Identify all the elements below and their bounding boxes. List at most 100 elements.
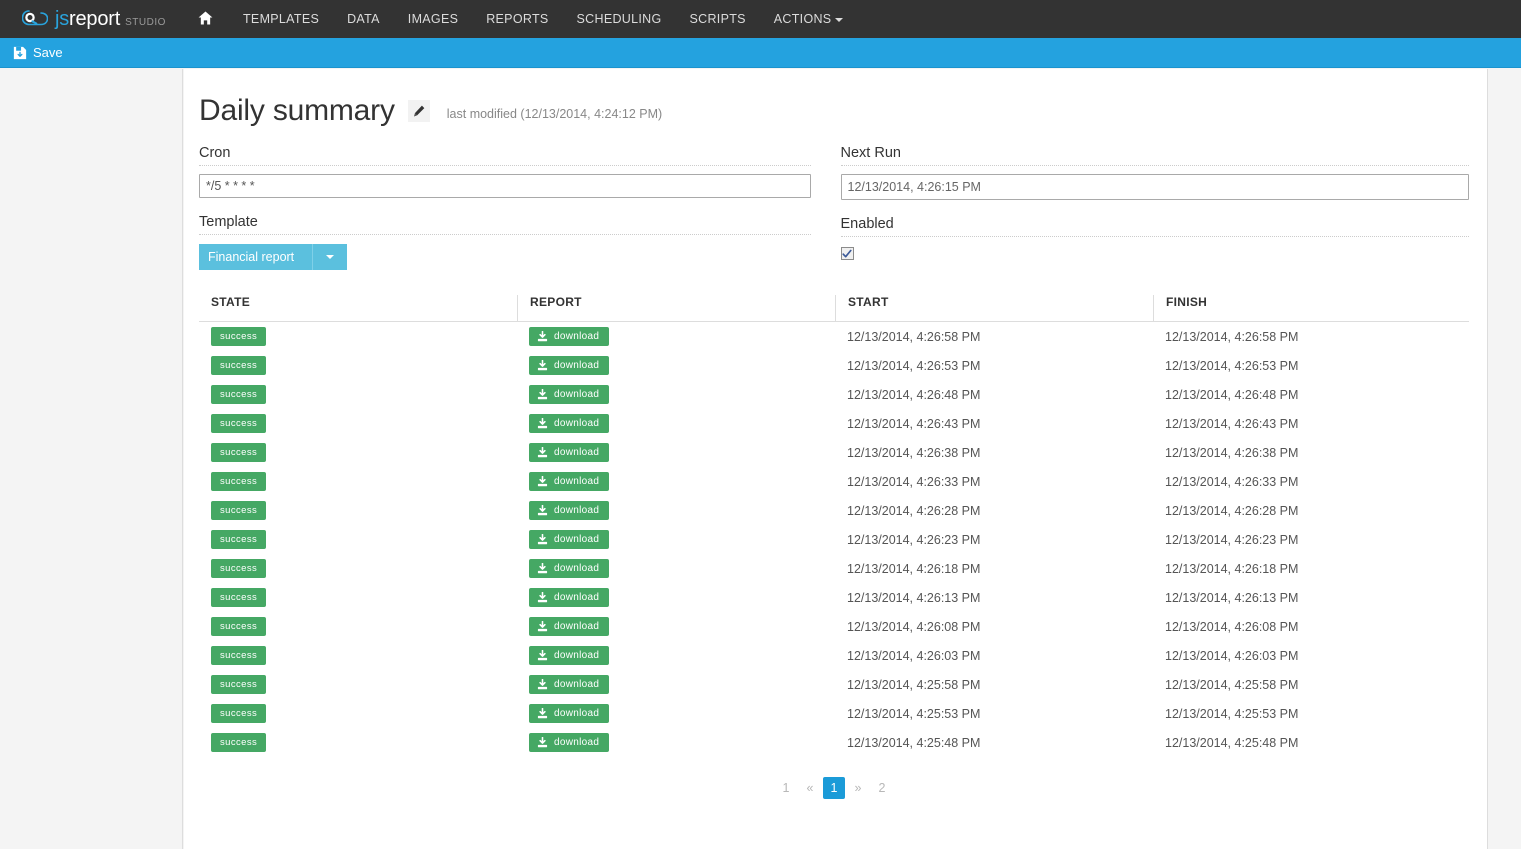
report-cell: download xyxy=(517,617,835,636)
nav-scripts[interactable]: SCRIPTS xyxy=(676,0,760,38)
save-button[interactable]: Save xyxy=(0,38,75,68)
start-cell: 12/13/2014, 4:25:48 PM xyxy=(835,736,1153,750)
finish-timestamp: 12/13/2014, 4:26:33 PM xyxy=(1165,474,1299,489)
download-button[interactable]: download xyxy=(529,327,610,346)
finish-cell: 12/13/2014, 4:26:58 PM xyxy=(1153,330,1469,344)
edit-title-button[interactable] xyxy=(407,100,430,122)
download-button[interactable]: download xyxy=(529,443,610,462)
finish-cell: 12/13/2014, 4:26:18 PM xyxy=(1153,562,1469,576)
enabled-label: Enabled xyxy=(840,216,1469,237)
download-button[interactable]: download xyxy=(529,704,610,723)
download-button[interactable]: download xyxy=(529,617,610,636)
start-timestamp: 12/13/2014, 4:26:58 PM xyxy=(847,329,981,344)
state-cell: success xyxy=(199,356,517,375)
finish-timestamp: 12/13/2014, 4:26:28 PM xyxy=(1165,503,1299,518)
table-body: success download 12/13/2014, 4:26:58 PM 12/… xyxy=(199,322,1469,757)
start-timestamp: 12/13/2014, 4:26:53 PM xyxy=(847,358,981,373)
table-row: success download 12/13/2014, 4:26:28 PM 12/… xyxy=(199,496,1469,525)
nav-data[interactable]: DATA xyxy=(333,0,394,38)
table-row: success download 12/13/2014, 4:25:53 PM 12/… xyxy=(199,699,1469,728)
finish-cell: 12/13/2014, 4:26:08 PM xyxy=(1153,620,1469,634)
nav-scheduling[interactable]: SCHEDULING xyxy=(563,0,676,38)
download-icon xyxy=(537,418,548,429)
download-button[interactable]: download xyxy=(529,414,610,433)
page-1[interactable]: 1 xyxy=(823,777,845,799)
nav-actions[interactable]: ACTIONS xyxy=(760,0,858,38)
nav-images[interactable]: IMAGES xyxy=(394,0,472,38)
last-modified-text: last modified (12/13/2014, 4:24:12 PM) xyxy=(446,107,663,121)
download-button[interactable]: download xyxy=(529,472,610,491)
report-cell: download xyxy=(517,501,835,520)
download-icon xyxy=(537,737,548,748)
download-button[interactable]: download xyxy=(529,501,610,520)
finish-timestamp: 12/13/2014, 4:26:38 PM xyxy=(1165,445,1299,460)
finish-cell: 12/13/2014, 4:26:23 PM xyxy=(1153,533,1469,547)
download-label: download xyxy=(554,563,600,574)
nav-reports[interactable]: REPORTS xyxy=(472,0,562,38)
start-timestamp: 12/13/2014, 4:26:03 PM xyxy=(847,648,981,663)
download-label: download xyxy=(554,505,600,516)
status-badge: success xyxy=(211,733,267,752)
download-button[interactable]: download xyxy=(529,588,610,607)
finish-timestamp: 12/13/2014, 4:25:48 PM xyxy=(1165,735,1299,750)
start-cell: 12/13/2014, 4:26:33 PM xyxy=(835,475,1153,489)
nav-home[interactable] xyxy=(180,0,229,38)
download-icon xyxy=(537,360,548,371)
template-selected-value[interactable]: Financial report xyxy=(199,244,312,270)
brand-report: report xyxy=(69,7,121,30)
column-header-report: REPORT xyxy=(517,295,835,321)
page-2[interactable]: 2 xyxy=(871,777,893,799)
download-icon xyxy=(537,563,548,574)
report-cell: download xyxy=(517,530,835,549)
download-button[interactable]: download xyxy=(529,356,610,375)
download-button[interactable]: download xyxy=(529,559,610,578)
finish-cell: 12/13/2014, 4:25:48 PM xyxy=(1153,736,1469,750)
download-icon xyxy=(537,679,548,690)
state-cell: success xyxy=(199,675,517,694)
table-row: success download 12/13/2014, 4:26:23 PM 12/… xyxy=(199,525,1469,554)
start-timestamp: 12/13/2014, 4:26:23 PM xyxy=(847,532,981,547)
enabled-checkbox[interactable] xyxy=(840,247,854,260)
finish-timestamp: 12/13/2014, 4:26:23 PM xyxy=(1165,532,1299,547)
main-content: Daily summary last modified (12/13/2014,… xyxy=(184,69,1487,849)
download-icon xyxy=(537,389,548,400)
start-cell: 12/13/2014, 4:26:03 PM xyxy=(835,649,1153,663)
form-column-right: Next Run Enabled xyxy=(840,145,1469,270)
template-dropdown[interactable]: Financial report xyxy=(199,244,347,270)
start-cell: 12/13/2014, 4:26:28 PM xyxy=(835,504,1153,518)
nav-templates[interactable]: TEMPLATES xyxy=(229,0,333,38)
status-badge: success xyxy=(211,617,267,636)
status-badge: success xyxy=(211,675,267,694)
cron-input[interactable] xyxy=(199,174,811,198)
finish-timestamp: 12/13/2014, 4:26:08 PM xyxy=(1165,619,1299,634)
download-button[interactable]: download xyxy=(529,530,610,549)
download-button[interactable]: download xyxy=(529,385,610,404)
state-cell: success xyxy=(199,472,517,491)
report-cell: download xyxy=(517,443,835,462)
finish-cell: 12/13/2014, 4:26:53 PM xyxy=(1153,359,1469,373)
table-row: success download 12/13/2014, 4:26:33 PM 12/… xyxy=(199,467,1469,496)
table-header-row: STATE REPORT START FINISH xyxy=(199,295,1469,322)
pencil-icon xyxy=(413,105,425,117)
template-dropdown-toggle[interactable] xyxy=(312,244,347,270)
page-next[interactable]: » xyxy=(847,777,869,799)
page-prev[interactable]: « xyxy=(799,777,821,799)
download-button[interactable]: download xyxy=(529,733,610,752)
download-label: download xyxy=(554,737,600,748)
app-logo[interactable]: jsreport STUDIO xyxy=(0,0,180,38)
start-cell: 12/13/2014, 4:26:38 PM xyxy=(835,446,1153,460)
right-sidebar-panel xyxy=(1487,69,1521,849)
download-label: download xyxy=(554,592,600,603)
page-first[interactable]: 1 xyxy=(775,777,797,799)
form-column-left: Cron Template Financial report xyxy=(199,145,841,270)
download-button[interactable]: download xyxy=(529,646,610,665)
brand-text: jsreport STUDIO xyxy=(55,8,166,31)
download-button[interactable]: download xyxy=(529,675,610,694)
download-label: download xyxy=(554,331,600,342)
start-cell: 12/13/2014, 4:26:53 PM xyxy=(835,359,1153,373)
status-badge: success xyxy=(211,472,267,491)
status-badge: success xyxy=(211,530,267,549)
report-cell: download xyxy=(517,559,835,578)
title-row: Daily summary last modified (12/13/2014,… xyxy=(199,91,1469,131)
table-row: success download 12/13/2014, 4:26:58 PM 12/… xyxy=(199,322,1469,351)
